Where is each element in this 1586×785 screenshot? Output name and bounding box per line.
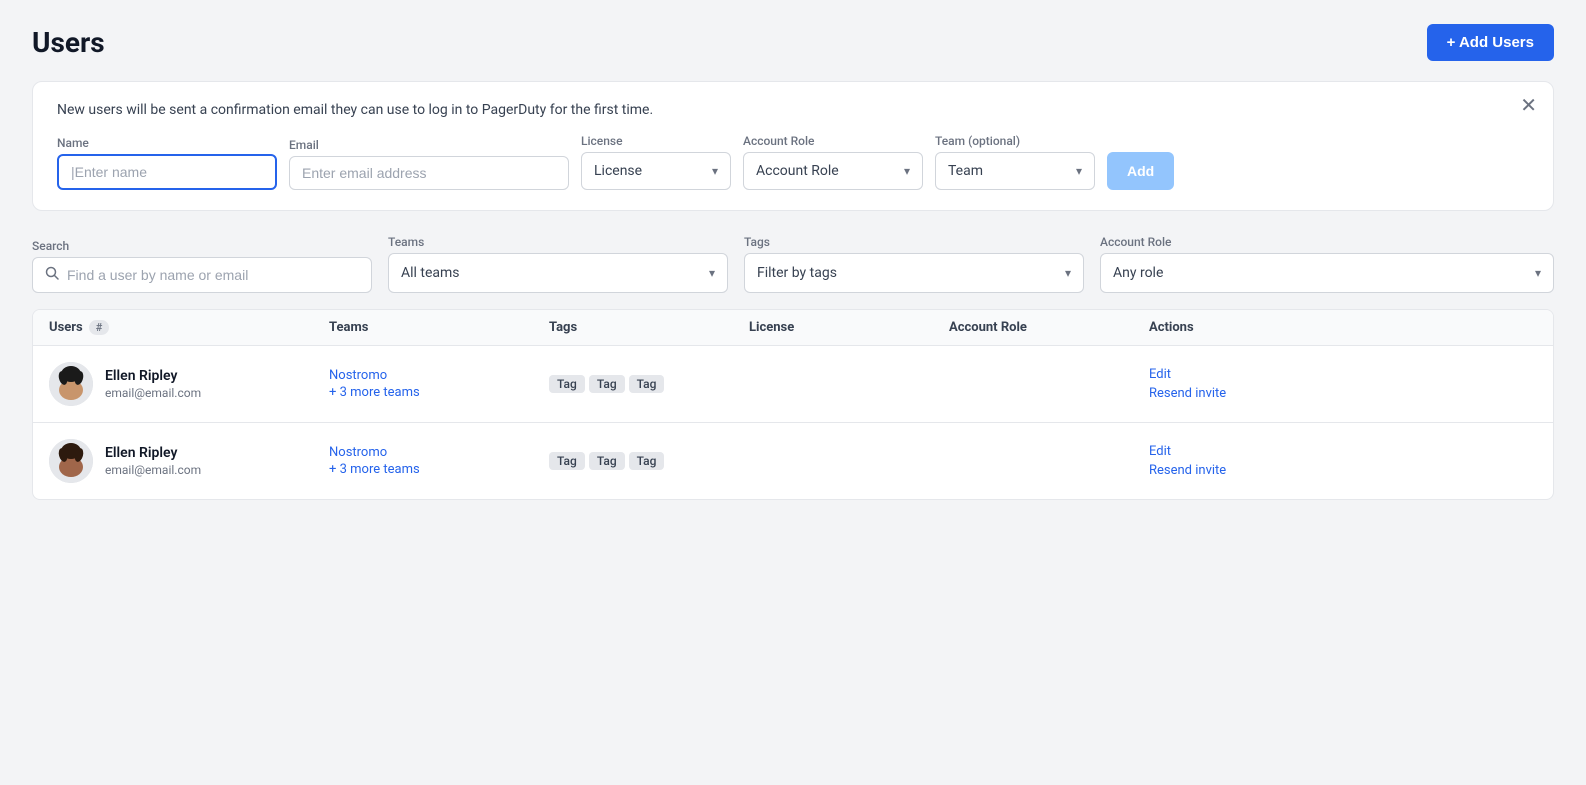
- name-label: Name: [57, 136, 277, 150]
- tag-badge: Tag: [589, 452, 625, 470]
- add-users-button[interactable]: + Add Users: [1427, 24, 1554, 61]
- tag-badge: Tag: [589, 375, 625, 393]
- user-name: Ellen Ripley: [105, 368, 201, 384]
- col-header-actions: Actions: [1149, 320, 1309, 335]
- add-user-submit-button[interactable]: Add: [1107, 152, 1174, 190]
- actions-cell: Edit Resend invite: [1149, 367, 1309, 401]
- email-label: Email: [289, 138, 569, 152]
- tags-filter-label: Tags: [744, 235, 1084, 249]
- team-primary-link[interactable]: Nostromo: [329, 445, 549, 460]
- role-filter-chevron-icon: ▾: [1535, 266, 1541, 280]
- tag-badge: Tag: [549, 375, 585, 393]
- resend-invite-link[interactable]: Resend invite: [1149, 463, 1309, 478]
- license-chevron-icon: ▾: [712, 164, 718, 178]
- search-input-wrapper: [32, 257, 372, 293]
- name-field-group: Name: [57, 136, 277, 190]
- license-value: License: [594, 163, 642, 179]
- actions-cell: Edit Resend invite: [1149, 444, 1309, 478]
- search-input[interactable]: [67, 267, 359, 283]
- teams-filter-value: All teams: [401, 265, 460, 281]
- teams-cell: Nostromo + 3 more teams: [329, 368, 549, 400]
- role-filter-group: Account Role Any role ▾: [1100, 235, 1554, 293]
- form-notice: New users will be sent a confirmation em…: [57, 102, 1529, 118]
- license-field-group: License License ▾: [581, 134, 731, 190]
- more-teams-link[interactable]: + 3 more teams: [329, 462, 549, 477]
- search-filter-group: Search: [32, 239, 372, 293]
- page-header: Users + Add Users: [32, 24, 1554, 61]
- team-optional-label: Team (optional): [935, 134, 1095, 148]
- col-header-license: License: [749, 320, 949, 335]
- email-field-group: Email: [289, 138, 569, 190]
- add-form-fields: Name Email License License ▾ Account Rol…: [57, 134, 1529, 190]
- team-value: Team: [948, 163, 983, 179]
- col-header-users: Users #: [49, 320, 329, 335]
- search-filter-label: Search: [32, 239, 372, 253]
- account-role-field-group: Account Role Account Role ▾: [743, 134, 923, 190]
- avatar: [49, 439, 93, 483]
- user-name: Ellen Ripley: [105, 445, 201, 461]
- role-filter-select[interactable]: Any role ▾: [1100, 253, 1554, 293]
- search-icon: [45, 266, 59, 284]
- role-filter-label: Account Role: [1100, 235, 1554, 249]
- tags-filter-select[interactable]: Filter by tags ▾: [744, 253, 1084, 293]
- table-row: Ellen Ripley email@email.com Nostromo + …: [33, 423, 1553, 499]
- account-role-chevron-icon: ▾: [904, 164, 910, 178]
- account-role-select[interactable]: Account Role ▾: [743, 152, 923, 190]
- user-cell: Ellen Ripley email@email.com: [49, 439, 329, 483]
- page-title: Users: [32, 26, 105, 59]
- table-body: Ellen Ripley email@email.com Nostromo + …: [33, 346, 1553, 499]
- users-count-badge: #: [89, 320, 110, 335]
- tags-cell: TagTagTag: [549, 375, 749, 393]
- table-row: Ellen Ripley email@email.com Nostromo + …: [33, 346, 1553, 423]
- add-user-form-panel: New users will be sent a confirmation em…: [32, 81, 1554, 211]
- tag-badge: Tag: [629, 375, 665, 393]
- edit-link[interactable]: Edit: [1149, 444, 1309, 459]
- license-label: License: [581, 134, 731, 148]
- user-info: Ellen Ripley email@email.com: [105, 368, 201, 400]
- name-input[interactable]: [57, 154, 277, 190]
- col-header-teams: Teams: [329, 320, 549, 335]
- teams-filter-label: Teams: [388, 235, 728, 249]
- page-container: Users + Add Users New users will be sent…: [0, 0, 1586, 785]
- tag-badge: Tag: [629, 452, 665, 470]
- col-header-tags: Tags: [549, 320, 749, 335]
- license-select[interactable]: License ▾: [581, 152, 731, 190]
- tags-filter-group: Tags Filter by tags ▾: [744, 235, 1084, 293]
- teams-filter-select[interactable]: All teams ▾: [388, 253, 728, 293]
- col-header-account-role: Account Role: [949, 320, 1149, 335]
- teams-filter-group: Teams All teams ▾: [388, 235, 728, 293]
- account-role-value: Account Role: [756, 163, 839, 179]
- tags-cell: TagTagTag: [549, 452, 749, 470]
- teams-filter-chevron-icon: ▾: [709, 266, 715, 280]
- filters-row: Search Teams All teams ▾ Tags: [32, 235, 1554, 293]
- account-role-label: Account Role: [743, 134, 923, 148]
- role-filter-value: Any role: [1113, 265, 1163, 281]
- user-info: Ellen Ripley email@email.com: [105, 445, 201, 477]
- tags-filter-chevron-icon: ▾: [1065, 266, 1071, 280]
- team-select[interactable]: Team ▾: [935, 152, 1095, 190]
- teams-cell: Nostromo + 3 more teams: [329, 445, 549, 477]
- team-field-group: Team (optional) Team ▾: [935, 134, 1095, 190]
- user-email: email@email.com: [105, 463, 201, 477]
- team-chevron-icon: ▾: [1076, 164, 1082, 178]
- team-primary-link[interactable]: Nostromo: [329, 368, 549, 383]
- table-header-row: Users # Teams Tags License Account Role …: [33, 310, 1553, 346]
- close-form-button[interactable]: ✕: [1520, 96, 1537, 116]
- user-email: email@email.com: [105, 386, 201, 400]
- resend-invite-link[interactable]: Resend invite: [1149, 386, 1309, 401]
- user-cell: Ellen Ripley email@email.com: [49, 362, 329, 406]
- tags-filter-placeholder: Filter by tags: [757, 265, 837, 281]
- tag-badge: Tag: [549, 452, 585, 470]
- users-table: Users # Teams Tags License Account Role …: [32, 309, 1554, 500]
- email-input[interactable]: [289, 156, 569, 190]
- edit-link[interactable]: Edit: [1149, 367, 1309, 382]
- more-teams-link[interactable]: + 3 more teams: [329, 385, 549, 400]
- avatar: [49, 362, 93, 406]
